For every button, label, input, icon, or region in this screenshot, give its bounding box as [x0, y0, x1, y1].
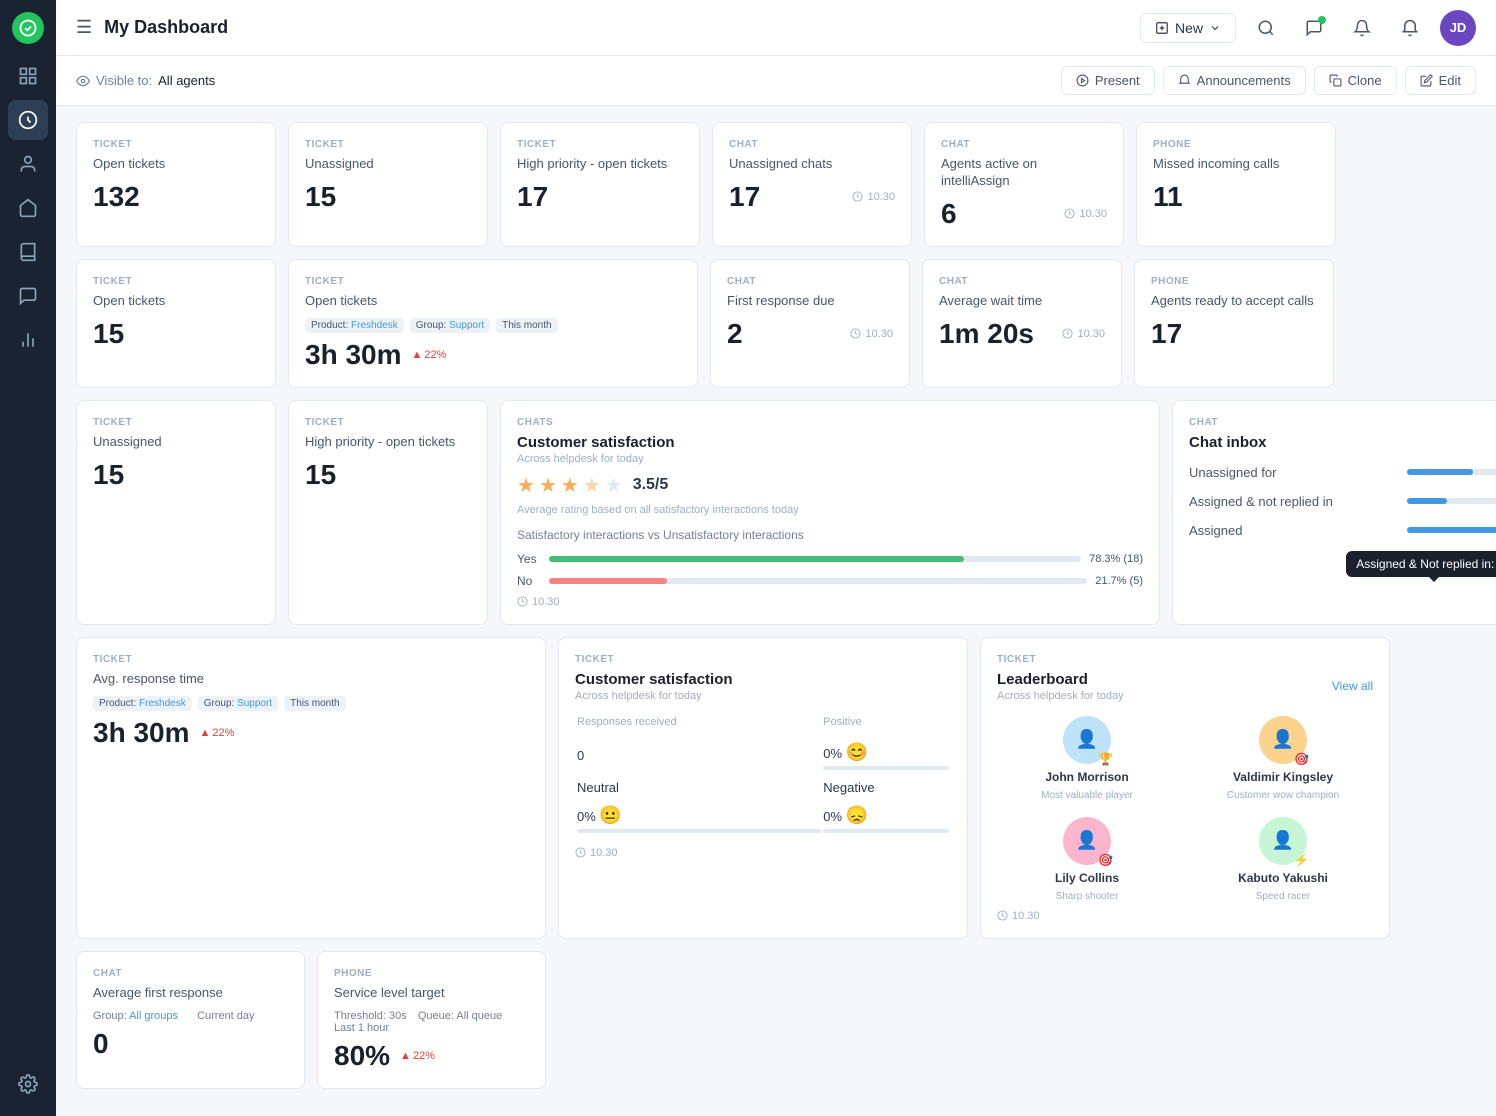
- card-missed-calls: PHONE Missed incoming calls 11: [1136, 122, 1336, 247]
- card-open-tickets: TICKET Open tickets 132: [76, 122, 276, 247]
- card-high-priority-tickets: TICKET High priority - open tickets 17: [500, 122, 700, 247]
- card-open-tickets-time: TICKET Open tickets Product: Freshdesk G…: [288, 259, 698, 388]
- sidebar-item-settings[interactable]: [8, 1064, 48, 1104]
- card-avg-wait: CHAT Average wait time 1m 20s 10.30: [922, 259, 1122, 388]
- card-unassigned-tickets: TICKET Unassigned 15: [288, 122, 488, 247]
- no-row: No 21.7% (5): [517, 574, 1143, 588]
- avatar: 👤 ⚡: [1259, 817, 1307, 865]
- card-open-tickets-15: TICKET Open tickets 15: [76, 259, 276, 388]
- hamburger-button[interactable]: ☰: [76, 17, 92, 38]
- assigned-not-replied-row: Assigned & not replied in 12: [1189, 494, 1496, 509]
- row1-grid: TICKET Open tickets 132 TICKET Unassigne…: [76, 122, 1476, 247]
- chat-icon-button[interactable]: [1296, 10, 1332, 46]
- view-all-link[interactable]: View all: [1332, 679, 1373, 693]
- page-title: My Dashboard: [104, 17, 1128, 38]
- card-high-priority-15: TICKET High priority - open tickets 15: [288, 400, 488, 625]
- assigned-row: Assigned 48: [1189, 523, 1496, 538]
- card-agents-ready: PHONE Agents ready to accept calls 17: [1134, 259, 1334, 388]
- table-row: Neutral Negative: [577, 776, 949, 799]
- avatar: 👤 🎯: [1259, 716, 1307, 764]
- leader-item: 👤 ⚡ Kabuto Yakushi Speed racer: [1193, 817, 1373, 902]
- app-shell: ☰ My Dashboard New: [0, 0, 1496, 1116]
- card-intelliassign: CHAT Agents active on intelliAssign 6 10…: [924, 122, 1124, 247]
- sidebar-item-contacts[interactable]: [8, 144, 48, 184]
- yes-row: Yes 78.3% (18): [517, 552, 1143, 566]
- sidebar-item-menu[interactable]: [8, 56, 48, 96]
- sub-header-actions: Present Announcements Clone Edit: [1061, 66, 1476, 95]
- main-area: ☰ My Dashboard New: [56, 0, 1496, 1116]
- csat-card: CHATS Customer satisfaction Across helpd…: [500, 400, 1160, 625]
- avatar: 👤 🎯: [1063, 817, 1111, 865]
- filter-tags: Product: Freshdesk Group: Support This m…: [305, 318, 681, 333]
- avatar: 👤 🏆: [1063, 716, 1111, 764]
- tooltip: Assigned & Not replied in: 12: [1346, 551, 1496, 577]
- notifications-button[interactable]: [1392, 10, 1428, 46]
- sub-header: Visible to: All agents Present Announcem…: [56, 56, 1496, 106]
- logo[interactable]: [12, 12, 44, 44]
- topbar: ☰ My Dashboard New: [56, 0, 1496, 56]
- responses-table: Responses received Positive 0 0% 😊: [575, 714, 951, 839]
- sidebar-item-reports[interactable]: [8, 320, 48, 360]
- card-unassigned-15: TICKET Unassigned 15: [76, 400, 276, 625]
- user-avatar[interactable]: JD: [1440, 10, 1476, 46]
- announcements-button[interactable]: Announcements: [1163, 66, 1306, 95]
- sidebar-item-chat[interactable]: [8, 276, 48, 316]
- sidebar: [0, 0, 56, 1116]
- row4-grid: TICKET Avg. response time Product: Fresh…: [76, 637, 1476, 939]
- row5-grid: CHAT Average first response Group: All g…: [76, 951, 1476, 1089]
- leader-item: 👤 🎯 Lily Collins Sharp shooter: [997, 817, 1177, 902]
- card-unassigned-chats: CHAT Unassigned chats 17 10.30: [712, 122, 912, 247]
- new-button[interactable]: New: [1140, 13, 1236, 43]
- service-level-card: PHONE Service level target Threshold: 30…: [317, 951, 546, 1089]
- table-row: 0% 😐 0% 😞: [577, 801, 949, 837]
- announcements-icon-button[interactable]: [1344, 10, 1380, 46]
- search-button[interactable]: [1248, 10, 1284, 46]
- ticket-csat-card: TICKET Customer satisfaction Across help…: [558, 637, 968, 939]
- star-rating: ★ ★ ★ ★ ★ 3.5/5: [517, 473, 1143, 498]
- table-row: 0 0% 😊: [577, 738, 949, 774]
- avg-response-card: TICKET Avg. response time Product: Fresh…: [76, 637, 546, 939]
- topbar-actions: New JD: [1140, 10, 1476, 46]
- row2-grid: TICKET Open tickets 15 TICKET Open ticke…: [76, 259, 1476, 388]
- card-first-response: CHAT First response due 2 10.30: [710, 259, 910, 388]
- chat-inbox-card: CHAT Chat inbox Unassigned for 20 Assign…: [1172, 400, 1496, 625]
- sidebar-item-dashboard[interactable]: [8, 100, 48, 140]
- edit-button[interactable]: Edit: [1405, 66, 1476, 95]
- row3-grid: TICKET Unassigned 15 TICKET High priorit…: [76, 400, 1476, 625]
- avg-first-response-card: CHAT Average first response Group: All g…: [76, 951, 305, 1089]
- dashboard-content: TICKET Open tickets 132 TICKET Unassigne…: [56, 106, 1496, 1116]
- leaderboard-grid: 👤 🏆 John Morrison Most valuable player 👤…: [997, 716, 1373, 902]
- sidebar-item-kb[interactable]: [8, 232, 48, 272]
- leader-item: 👤 🎯 Valdimir Kingsley Customer wow champ…: [1193, 716, 1373, 801]
- clone-button[interactable]: Clone: [1314, 66, 1397, 95]
- leaderboard-card: TICKET Leaderboard Across helpdesk for t…: [980, 637, 1390, 939]
- visible-to: Visible to: All agents: [76, 73, 215, 88]
- sidebar-item-companies[interactable]: [8, 188, 48, 228]
- unassigned-for-row: Unassigned for 20: [1189, 465, 1496, 480]
- notification-dot: [1318, 16, 1326, 24]
- avg-response-filters: Product: Freshdesk Group: Support This m…: [93, 696, 529, 711]
- present-button[interactable]: Present: [1061, 66, 1155, 95]
- leader-item: 👤 🏆 John Morrison Most valuable player: [997, 716, 1177, 801]
